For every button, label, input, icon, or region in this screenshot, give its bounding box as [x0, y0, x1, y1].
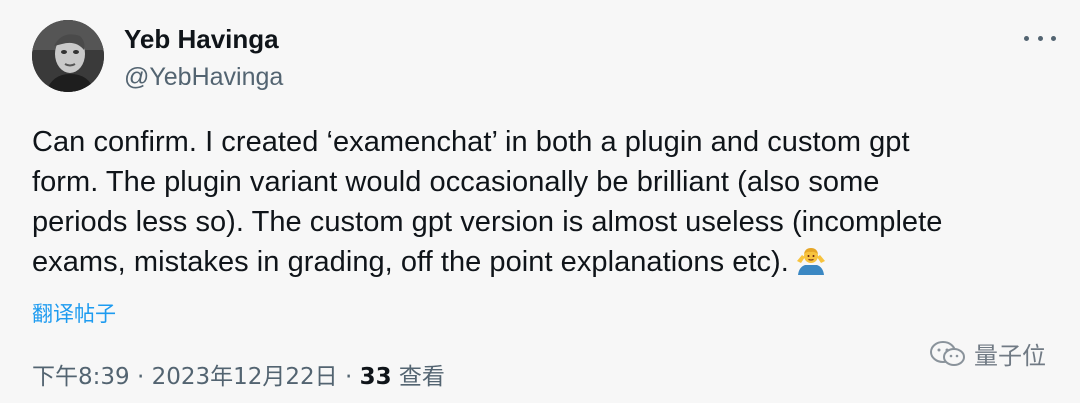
tweet-meta: 下午8:39 · 2023年12月22日 · 33 查看 — [32, 362, 445, 392]
views-label: 查看 — [391, 364, 445, 390]
tweet-text: Can confirm. I created ‘examenchat’ in b… — [32, 122, 1042, 282]
translate-post-link[interactable]: 翻译帖子 — [32, 300, 116, 328]
dot — [1024, 35, 1029, 41]
more-options-icon[interactable] — [1024, 26, 1056, 50]
author-handle[interactable]: @YebHavinga — [124, 62, 283, 92]
watermark: 量子位 — [928, 336, 1046, 371]
tweet-text-line: form. The plugin variant would occasiona… — [32, 166, 880, 198]
tweet-text-line: periods less so). The custom gpt version… — [32, 206, 943, 238]
tweet-card: Yeb Havinga @YebHavinga Can confirm. I c… — [0, 0, 1080, 403]
tweet-time[interactable]: 下午8:39 — [32, 364, 130, 390]
tweet-text-line: Can confirm. I created ‘examenchat’ in b… — [32, 126, 910, 158]
watermark-text: 量子位 — [974, 342, 1046, 370]
avatar-photo-icon — [32, 20, 104, 92]
tweet-text-line-last: exams, mistakes in grading, off the poin… — [32, 242, 1042, 282]
dot — [1037, 35, 1043, 41]
tweet-text-line-text: exams, mistakes in grading, off the poin… — [32, 246, 789, 278]
dot — [1051, 35, 1056, 41]
author-name[interactable]: Yeb Havinga — [124, 24, 279, 54]
meta-separator: · — [129, 364, 152, 390]
avatar[interactable] — [32, 20, 104, 92]
wechat-logo-icon — [930, 340, 965, 366]
man-shrugging-icon — [796, 248, 825, 275]
tweet-date[interactable]: 2023年12月22日 — [152, 364, 338, 390]
meta-separator: · — [337, 364, 360, 390]
views-count[interactable]: 33 — [360, 364, 392, 390]
